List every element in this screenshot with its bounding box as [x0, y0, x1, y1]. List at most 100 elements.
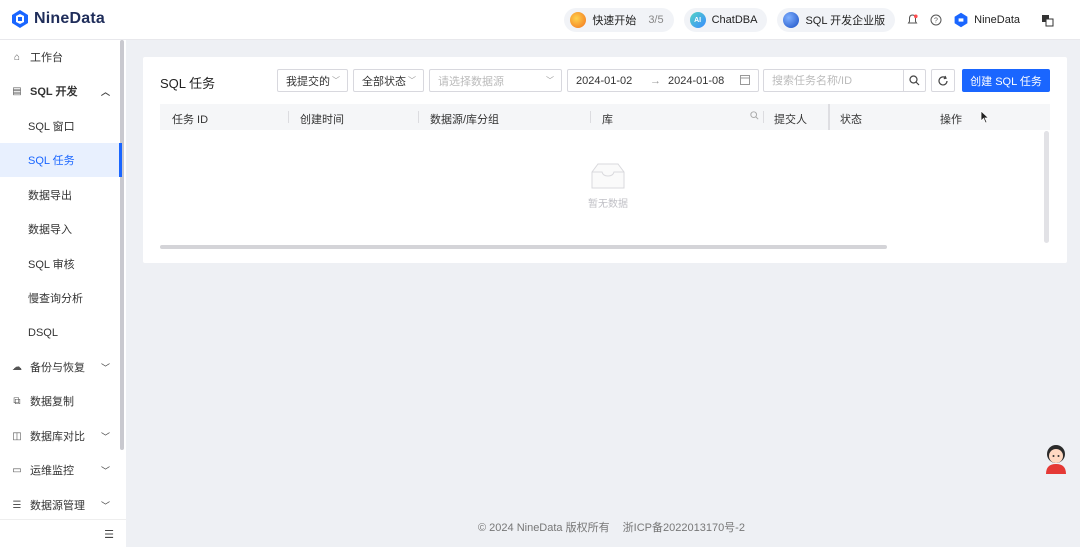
sidebar-item-label: 数据导出	[28, 190, 72, 202]
quick-start-icon	[570, 12, 587, 28]
sidebar-item-label: 数据库对比	[30, 431, 85, 443]
compare-icon: ◫	[12, 430, 22, 442]
empty-state: 暂无数据	[583, 162, 633, 210]
empty-box-icon	[591, 163, 625, 189]
sidebar-item-sql-window[interactable]: SQL 窗口	[0, 109, 120, 143]
edition-button[interactable]: SQL 开发企业版	[777, 8, 896, 32]
sidebar-item-workbench[interactable]: ⌂ 工作台	[0, 40, 120, 74]
logo[interactable]: NineData	[10, 9, 105, 29]
fixed-column-divider	[828, 104, 830, 130]
user-avatar-icon	[954, 12, 968, 28]
sidebar: ⌂ 工作台 ▤ SQL 开发 ︿ SQL 窗口 SQL 任务 数据导出 数据导入…	[0, 40, 126, 547]
sidebar-item-slow-query[interactable]: 慢查询分析	[0, 281, 120, 315]
sidebar-item-compare[interactable]: ◫ 数据库对比 ﹀	[0, 419, 120, 453]
sidebar-item-label: SQL 审核	[28, 259, 75, 271]
ninedata-logo-icon	[12, 10, 28, 28]
sql-task-panel: SQL 任务 我提交的 ﹀ 全部状态 ﹀ 请选择数据源 ﹀ 2024-01-02…	[143, 57, 1067, 263]
column-header-database: 库	[602, 114, 613, 126]
sidebar-item-sql-dev[interactable]: ▤ SQL 开发 ︿	[0, 74, 120, 108]
column-header-submitter: 提交人	[774, 114, 807, 126]
sql-dev-icon: ▤	[12, 85, 22, 97]
sidebar-item-replication[interactable]: ⧉ 数据复制	[0, 384, 120, 418]
refresh-button[interactable]	[931, 69, 955, 92]
chatdba-label: ChatDBA	[711, 14, 758, 26]
search-icon[interactable]	[903, 70, 925, 91]
sidebar-footer: ☰	[0, 519, 126, 547]
svg-text:?: ?	[934, 18, 938, 25]
sidebar-item-label: 备份与恢复	[30, 362, 85, 374]
help-icon[interactable]: ?	[929, 13, 943, 27]
sidebar-item-label: 慢查询分析	[28, 293, 83, 305]
date-arrow-icon: →	[650, 75, 661, 87]
column-header-created-time: 创建时间	[300, 114, 344, 126]
page-title: SQL 任务	[160, 76, 216, 91]
backup-icon: ☁	[12, 361, 22, 373]
quick-start-label: 快速开始	[592, 15, 637, 27]
quick-start-progress: 3/5	[648, 14, 664, 26]
datasource-select-placeholder: 请选择数据源	[438, 75, 504, 88]
task-search	[763, 69, 926, 92]
quick-start-button[interactable]: 快速开始 3/5	[564, 8, 674, 32]
icp-link[interactable]: 浙ICP备2022013170号-2	[623, 522, 745, 534]
date-start: 2024-01-02	[576, 75, 633, 87]
status-select[interactable]: 全部状态 ﹀	[353, 69, 424, 92]
refresh-icon	[938, 75, 948, 85]
create-sql-task-button[interactable]: 创建 SQL 任务	[962, 69, 1050, 92]
support-avatar-icon[interactable]	[1042, 442, 1070, 474]
user-menu[interactable]: NineData	[953, 12, 1020, 28]
calendar-icon	[740, 74, 750, 88]
table-header: 任务 ID 创建时间 数据源/库分组 库 提交人 状态 操作	[160, 104, 1050, 130]
mouse-cursor-icon	[980, 110, 990, 127]
sidebar-item-dsql[interactable]: DSQL	[0, 316, 120, 350]
globe-icon	[783, 12, 800, 28]
sidebar-item-backup[interactable]: ☁ 备份与恢复 ﹀	[0, 350, 120, 384]
sidebar-item-label: SQL 任务	[28, 155, 75, 167]
status-select-value: 全部状态	[362, 75, 406, 88]
date-range-picker[interactable]: 2024-01-02 → 2024-01-08	[567, 69, 759, 92]
notification-icon[interactable]	[905, 13, 919, 27]
column-header-actions: 操作	[940, 114, 962, 126]
chatdba-button[interactable]: AI ChatDBA	[683, 8, 768, 32]
sidebar-item-label: DSQL	[28, 327, 58, 339]
sidebar-item-monitor[interactable]: ▭ 运维监控 ﹀	[0, 453, 120, 487]
sidebar-item-sql-review[interactable]: SQL 审核	[0, 247, 120, 281]
chevron-down-icon: ﹀	[101, 465, 111, 476]
brand-name: NineData	[34, 10, 105, 27]
sidebar-item-label: 运维监控	[30, 465, 74, 477]
edition-label: SQL 开发企业版	[805, 15, 886, 27]
sidebar-item-data-import[interactable]: 数据导入	[0, 212, 120, 246]
submitter-select[interactable]: 我提交的 ﹀	[277, 69, 348, 92]
chevron-down-icon: ﹀	[101, 362, 111, 373]
column-header-status: 状态	[840, 114, 862, 126]
sidebar-item-data-export[interactable]: 数据导出	[0, 178, 120, 212]
sidebar-item-label: 数据导入	[28, 224, 72, 236]
sidebar-item-label: 数据源管理	[30, 500, 85, 512]
sidebar-item-label: SQL 窗口	[28, 121, 75, 133]
column-divider	[288, 111, 289, 123]
sidebar-item-label: 数据复制	[30, 396, 74, 408]
replication-icon: ⧉	[13, 395, 21, 407]
sidebar-item-label: SQL 开发	[30, 86, 78, 98]
copyright-text: © 2024 NineData 版权所有	[478, 522, 610, 534]
search-input[interactable]	[764, 70, 904, 91]
vertical-scrollbar[interactable]	[1044, 131, 1049, 243]
page-footer: © 2024 NineData 版权所有 浙ICP备2022013170号-2	[478, 519, 745, 535]
chevron-down-icon: ﹀	[101, 500, 111, 511]
monitor-icon: ▭	[12, 464, 22, 476]
datasource-select[interactable]: 请选择数据源 ﹀	[429, 69, 562, 92]
sidebar-scrollbar[interactable]	[120, 40, 124, 450]
chevron-down-icon: ﹀	[101, 431, 111, 442]
date-end: 2024-01-08	[668, 75, 725, 87]
horizontal-scrollbar[interactable]	[160, 245, 887, 249]
sidebar-item-label: 工作台	[30, 52, 63, 64]
sidebar-item-sql-task[interactable]: SQL 任务	[0, 143, 122, 177]
column-divider	[590, 111, 591, 123]
empty-text: 暂无数据	[588, 199, 628, 210]
language-icon[interactable]	[1040, 13, 1054, 27]
sidebar-item-datasource[interactable]: ☰ 数据源管理 ﹀	[0, 488, 120, 522]
column-search-icon[interactable]	[750, 111, 759, 123]
ai-icon: AI	[689, 12, 706, 28]
collapse-menu-icon[interactable]: ☰	[104, 528, 114, 541]
home-icon: ⌂	[13, 51, 21, 63]
chevron-down-icon: ﹀	[408, 76, 416, 85]
